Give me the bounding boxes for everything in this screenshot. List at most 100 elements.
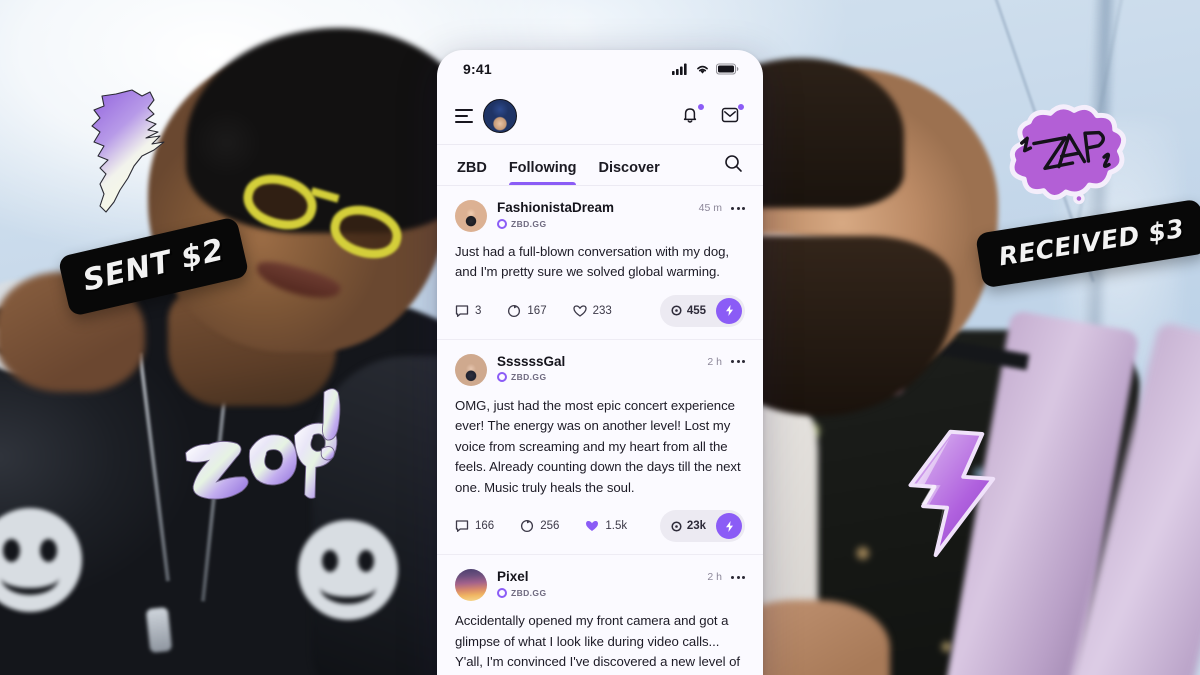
post-handle: ZBD.GG <box>511 587 547 598</box>
post-feed[interactable]: FashionistaDream ZBD.GG 45 m Just had a … <box>437 186 763 675</box>
post-header: Pixel ZBD.GG 2 h <box>455 569 745 602</box>
post-author-name[interactable]: SsssssGal <box>497 354 707 370</box>
status-bar: 9:41 <box>437 50 763 88</box>
post-author-block: Pixel ZBD.GG <box>497 569 707 598</box>
zap-counter-icon <box>671 521 682 532</box>
comment-button[interactable]: 166 <box>455 519 494 533</box>
zbd-badge-icon <box>497 218 507 229</box>
zap-count: 455 <box>686 304 706 317</box>
post-header: SsssssGal ZBD.GG 2 h <box>455 353 745 386</box>
post-author-block: SsssssGal ZBD.GG <box>497 354 707 383</box>
zap-count: 23k <box>686 520 706 533</box>
tab-bar: ZBD Following Discover <box>437 144 763 186</box>
lightning-bolt-icon <box>725 305 733 317</box>
app-bar-actions <box>679 103 745 128</box>
post-more-options-button[interactable] <box>731 360 745 364</box>
messages-button[interactable] <box>719 103 745 128</box>
comment-count: 166 <box>475 520 495 533</box>
zap-button[interactable] <box>716 513 742 540</box>
zap-button[interactable] <box>716 297 742 324</box>
lightning-bolt-sticker <box>892 424 1011 563</box>
post-handle-row: ZBD.GG <box>497 372 707 383</box>
post-text: OMG, just had the most epic concert expe… <box>455 397 741 495</box>
person-right <box>648 0 1200 675</box>
zap-counter-icon <box>671 305 682 316</box>
person-left-hair <box>186 28 476 233</box>
repost-count: 167 <box>527 304 547 317</box>
like-count: 1.5k <box>605 520 628 533</box>
repost-count: 256 <box>540 520 560 533</box>
post-text: Just had a full-blown conversation with … <box>455 244 729 280</box>
wifi-icon <box>697 65 708 74</box>
lightning-bolt-icon <box>725 520 733 532</box>
post-header: FashionistaDream ZBD.GG 45 m <box>455 200 745 232</box>
screenshot-canvas: SENT $2 RECEIVED $3 9:41 ZBD Following D… <box>0 0 1200 675</box>
hamburger-menu-icon[interactable] <box>455 109 473 123</box>
post-timestamp: 2 h <box>707 571 722 584</box>
battery-icon <box>716 63 739 75</box>
post-author-block: FashionistaDream ZBD.GG <box>497 200 699 229</box>
zap-count-wrap: 23k <box>671 520 706 532</box>
post-handle-row: ZBD.GG <box>497 587 707 598</box>
search-icon <box>725 155 742 172</box>
repost-button[interactable]: 167 <box>507 304 547 318</box>
tab-zbd[interactable]: ZBD <box>457 160 487 185</box>
post-handle: ZBD.GG <box>511 372 547 383</box>
like-count: 233 <box>592 304 612 317</box>
tab-discover[interactable]: Discover <box>598 160 659 185</box>
necklace-pendant <box>145 606 173 654</box>
like-button[interactable]: 1.5k <box>585 519 627 533</box>
post-header-right: 45 m <box>699 200 745 214</box>
zap-pill[interactable]: 455 <box>659 294 745 327</box>
zbd-badge-icon <box>497 372 507 383</box>
zap-holographic-sticker <box>174 383 366 521</box>
tab-list: ZBD Following Discover <box>457 145 660 185</box>
zap-pill[interactable]: 23k <box>659 510 745 543</box>
tab-following[interactable]: Following <box>508 160 576 185</box>
avatar[interactable] <box>455 200 487 232</box>
messages-badge <box>737 103 745 111</box>
repost-button[interactable]: 256 <box>520 519 559 533</box>
avatar[interactable] <box>455 353 487 386</box>
post-handle-row: ZBD.GG <box>497 218 699 229</box>
post-header-right: 2 h <box>707 569 745 583</box>
post-text: Accidentally opened my front camera and … <box>455 613 741 675</box>
heart-icon <box>586 521 599 532</box>
post-more-options-button[interactable] <box>731 575 745 579</box>
user-avatar[interactable] <box>483 99 517 133</box>
smiley-face-print <box>298 520 398 620</box>
heart-icon <box>572 305 587 317</box>
zap-count-wrap: 455 <box>671 305 706 317</box>
notifications-button[interactable] <box>679 103 705 128</box>
zbd-badge-icon <box>497 587 507 598</box>
post-actions: 166 256 1.5k 23k <box>455 510 745 543</box>
comment-button[interactable]: 3 <box>455 304 481 318</box>
table-row[interactable]: FashionistaDream ZBD.GG 45 m Just had a … <box>437 186 763 340</box>
status-icons <box>672 63 739 75</box>
search-button[interactable] <box>724 154 743 178</box>
post-author-name[interactable]: Pixel <box>497 569 707 585</box>
status-time: 9:41 <box>463 61 492 77</box>
repost-icon <box>521 520 534 533</box>
table-row[interactable]: Pixel ZBD.GG 2 h Accidentally opened my … <box>437 555 763 675</box>
phone-mockup: 9:41 ZBD Following Discover FashionistaD… <box>437 50 763 675</box>
avatar[interactable] <box>455 569 487 602</box>
post-handle: ZBD.GG <box>511 218 547 229</box>
post-timestamp: 45 m <box>698 202 722 214</box>
post-more-options-button[interactable] <box>731 206 745 210</box>
cellular-signal-icon <box>672 63 687 75</box>
repost-icon <box>508 304 521 317</box>
post-author-name[interactable]: FashionistaDream <box>497 200 699 216</box>
gradient-splat-sticker <box>76 86 196 216</box>
table-row[interactable]: SsssssGal ZBD.GG 2 h OMG, just had the m… <box>437 340 763 556</box>
comment-count: 3 <box>475 304 482 317</box>
notification-badge <box>697 103 705 111</box>
zap-cloud-sticker <box>990 96 1138 222</box>
comment-bubble-icon <box>455 305 469 317</box>
post-timestamp: 2 h <box>707 355 722 368</box>
post-actions: 3 167 233 455 <box>455 294 745 327</box>
like-button[interactable]: 233 <box>572 304 612 318</box>
app-bar <box>437 88 763 144</box>
person-left <box>0 0 522 675</box>
post-header-right: 2 h <box>707 354 745 368</box>
